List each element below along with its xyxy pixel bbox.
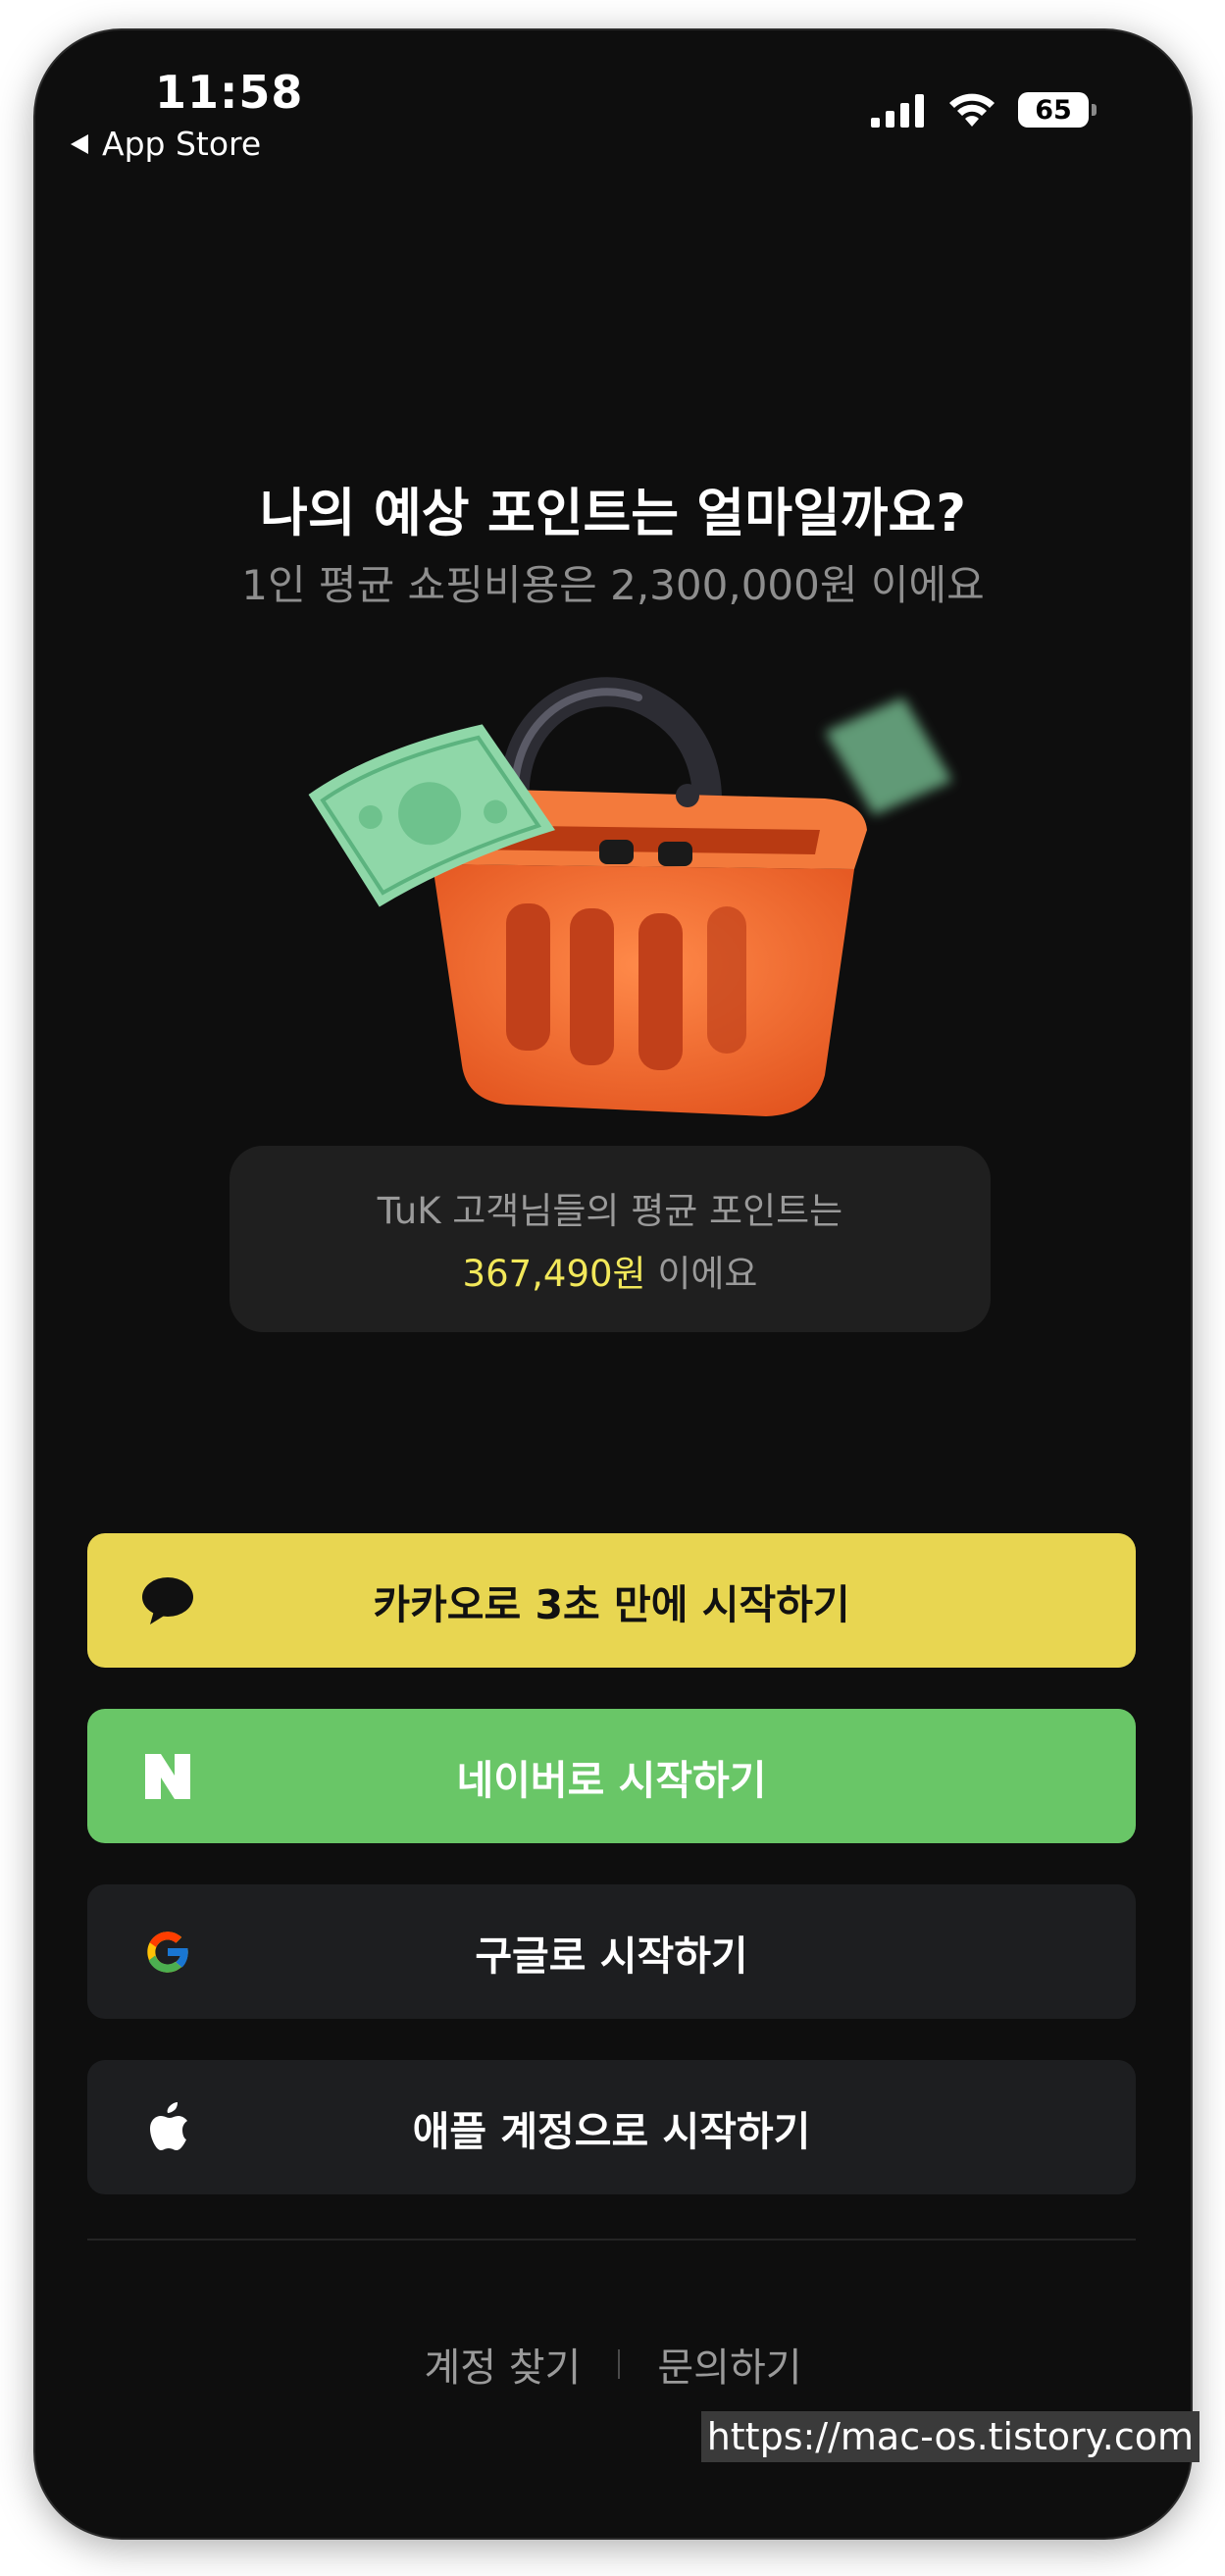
status-indicators: 65 bbox=[871, 91, 1097, 129]
watermark-url: https://mac-os.tistory.com bbox=[700, 2411, 1199, 2462]
wifi-icon bbox=[949, 93, 995, 127]
find-account-link[interactable]: 계정 찾기 bbox=[424, 2336, 581, 2393]
naver-login-label: 네이버로 시작하기 bbox=[456, 1756, 767, 1804]
kakao-login-button[interactable]: 카카오로 3초 만에 시작하기 bbox=[87, 1533, 1136, 1668]
speech-bubble-icon bbox=[138, 1571, 197, 1630]
battery-level: 65 bbox=[1018, 92, 1089, 128]
phone-screen: 11:58 App Store 65 나의 예상 포인트는 얼마일까요? 1인 … bbox=[35, 30, 1191, 2538]
naver-n-icon bbox=[138, 1747, 197, 1806]
apple-logo-icon bbox=[138, 2098, 197, 2157]
back-triangle-icon bbox=[71, 133, 88, 154]
average-points-label: TuK 고객님들의 평균 포인트는 bbox=[377, 1190, 843, 1232]
battery-icon: 65 bbox=[1018, 92, 1097, 128]
apple-login-button[interactable]: 애플 계정으로 시작하기 bbox=[87, 2060, 1136, 2194]
kakao-login-label: 카카오로 3초 만에 시작하기 bbox=[373, 1580, 850, 1628]
average-points-suffix: 이에요 bbox=[645, 1253, 758, 1295]
average-points-value-line: 367,490원 이에요 bbox=[463, 1244, 758, 1297]
back-to-app-store-link[interactable]: App Store bbox=[71, 125, 261, 163]
footer-links: 계정 찾기 문의하기 bbox=[35, 2336, 1191, 2393]
google-login-button[interactable]: 구글로 시작하기 bbox=[87, 1884, 1136, 2019]
inquiry-link[interactable]: 문의하기 bbox=[657, 2336, 801, 2393]
back-label: App Store bbox=[102, 125, 262, 163]
shopping-basket-money-illustration bbox=[308, 677, 952, 1116]
google-g-icon bbox=[138, 1923, 197, 1982]
apple-login-label: 애플 계정으로 시작하기 bbox=[412, 2107, 811, 2155]
average-points-card: TuK 고객님들의 평균 포인트는 367,490원 이에요 bbox=[230, 1146, 991, 1332]
average-points-amount: 367,490원 bbox=[462, 1253, 646, 1295]
naver-login-button[interactable]: 네이버로 시작하기 bbox=[87, 1709, 1136, 1843]
divider bbox=[87, 2239, 1136, 2241]
page-title: 나의 예상 포인트는 얼마일까요? bbox=[260, 484, 966, 543]
google-login-label: 구글로 시작하기 bbox=[475, 1932, 748, 1980]
footer-separator bbox=[618, 2349, 621, 2379]
page-subtitle: 1인 평균 쇼핑비용은 2,300,000원 이에요 bbox=[241, 561, 985, 609]
signal-icon bbox=[871, 94, 924, 128]
status-time: 11:58 bbox=[155, 66, 304, 119]
